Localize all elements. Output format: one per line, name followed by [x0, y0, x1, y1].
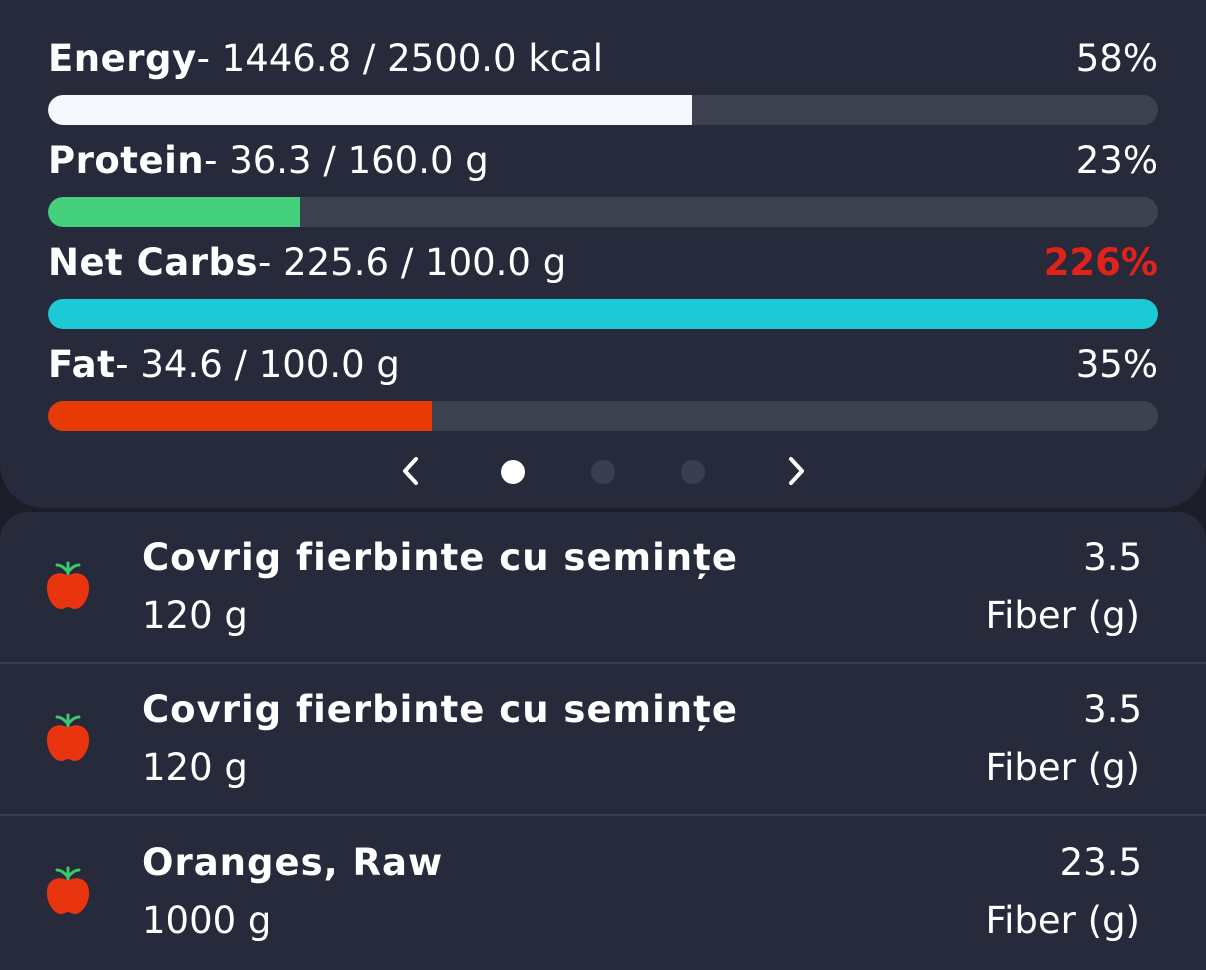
nutrient-net-carbs: Net Carbs- 225.6 / 100.0 g 226%: [48, 237, 1158, 329]
page-dot-1[interactable]: [501, 460, 525, 484]
chevron-right-icon[interactable]: [776, 451, 816, 491]
nutrient-name: Fat: [48, 343, 116, 386]
page-dot-3[interactable]: [681, 460, 705, 484]
nutrient-percent: 58%: [1075, 37, 1158, 80]
food-name: Covrig fierbinte cu semințe: [142, 688, 738, 731]
food-quantity: 120 g: [142, 746, 248, 789]
nutrient-header: Protein- 36.3 / 160.0 g 23%: [48, 135, 1158, 187]
food-nutrient-value: 3.5: [1083, 688, 1142, 731]
apple-icon: [44, 710, 92, 764]
nutrient-percent: 226%: [1043, 241, 1158, 284]
nutrient-name: Energy: [48, 37, 197, 80]
chevron-left-icon[interactable]: [391, 451, 431, 491]
food-quantity: 120 g: [142, 594, 248, 637]
apple-icon: [44, 863, 92, 917]
food-nutrient-unit: Fiber (g): [985, 899, 1140, 942]
nutrient-header: Net Carbs- 225.6 / 100.0 g 226%: [48, 237, 1158, 289]
progress-bar-fill: [48, 197, 300, 227]
food-list-item[interactable]: Covrig fierbinte cu semințe 120 g 3.5 Fi…: [0, 512, 1206, 664]
food-list-item[interactable]: Covrig fierbinte cu semințe 120 g 3.5 Fi…: [0, 664, 1206, 816]
page-indicator: [0, 446, 1206, 496]
nutrient-header: Fat- 34.6 / 100.0 g 35%: [48, 339, 1158, 391]
nutrient-energy: Energy- 1446.8 / 2500.0 kcal 58%: [48, 33, 1158, 125]
apple-icon: [44, 558, 92, 612]
progress-bar: [48, 299, 1158, 329]
nutrient-percent: 23%: [1075, 139, 1158, 182]
food-list-item[interactable]: Oranges, Raw 1000 g 23.5 Fiber (g): [0, 817, 1206, 969]
nutrient-protein: Protein- 36.3 / 160.0 g 23%: [48, 135, 1158, 227]
nutrient-amount: - 1446.8 / 2500.0 kcal: [196, 37, 604, 80]
nutrient-header: Energy- 1446.8 / 2500.0 kcal 58%: [48, 33, 1158, 85]
nutrient-name: Net Carbs: [48, 241, 259, 284]
food-name: Covrig fierbinte cu semințe: [142, 536, 738, 579]
food-nutrient-value: 3.5: [1083, 536, 1142, 579]
food-name: Oranges, Raw: [142, 841, 444, 884]
nutrient-name: Protein: [48, 139, 205, 182]
divider: [0, 814, 1206, 816]
progress-bar: [48, 401, 1158, 431]
nutrient-amount: - 225.6 / 100.0 g: [258, 241, 567, 284]
progress-bar: [48, 95, 1158, 125]
food-quantity: 1000 g: [142, 899, 272, 942]
progress-bar-fill: [48, 95, 692, 125]
nutrient-fat: Fat- 34.6 / 100.0 g 35%: [48, 339, 1158, 431]
food-nutrient-unit: Fiber (g): [985, 746, 1140, 789]
food-nutrient-value: 23.5: [1059, 841, 1142, 884]
progress-bar-fill: [48, 299, 1158, 329]
nutrient-amount: - 36.3 / 160.0 g: [204, 139, 489, 182]
progress-bar: [48, 197, 1158, 227]
nutrient-percent: 35%: [1075, 343, 1158, 386]
nutrition-summary-card: Energy- 1446.8 / 2500.0 kcal 58% Protein…: [0, 0, 1206, 508]
nutrient-amount: - 34.6 / 100.0 g: [115, 343, 400, 386]
page-dot-2[interactable]: [591, 460, 615, 484]
food-nutrient-unit: Fiber (g): [985, 594, 1140, 637]
food-log-list: Covrig fierbinte cu semințe 120 g 3.5 Fi…: [0, 512, 1206, 970]
progress-bar-fill: [48, 401, 433, 431]
